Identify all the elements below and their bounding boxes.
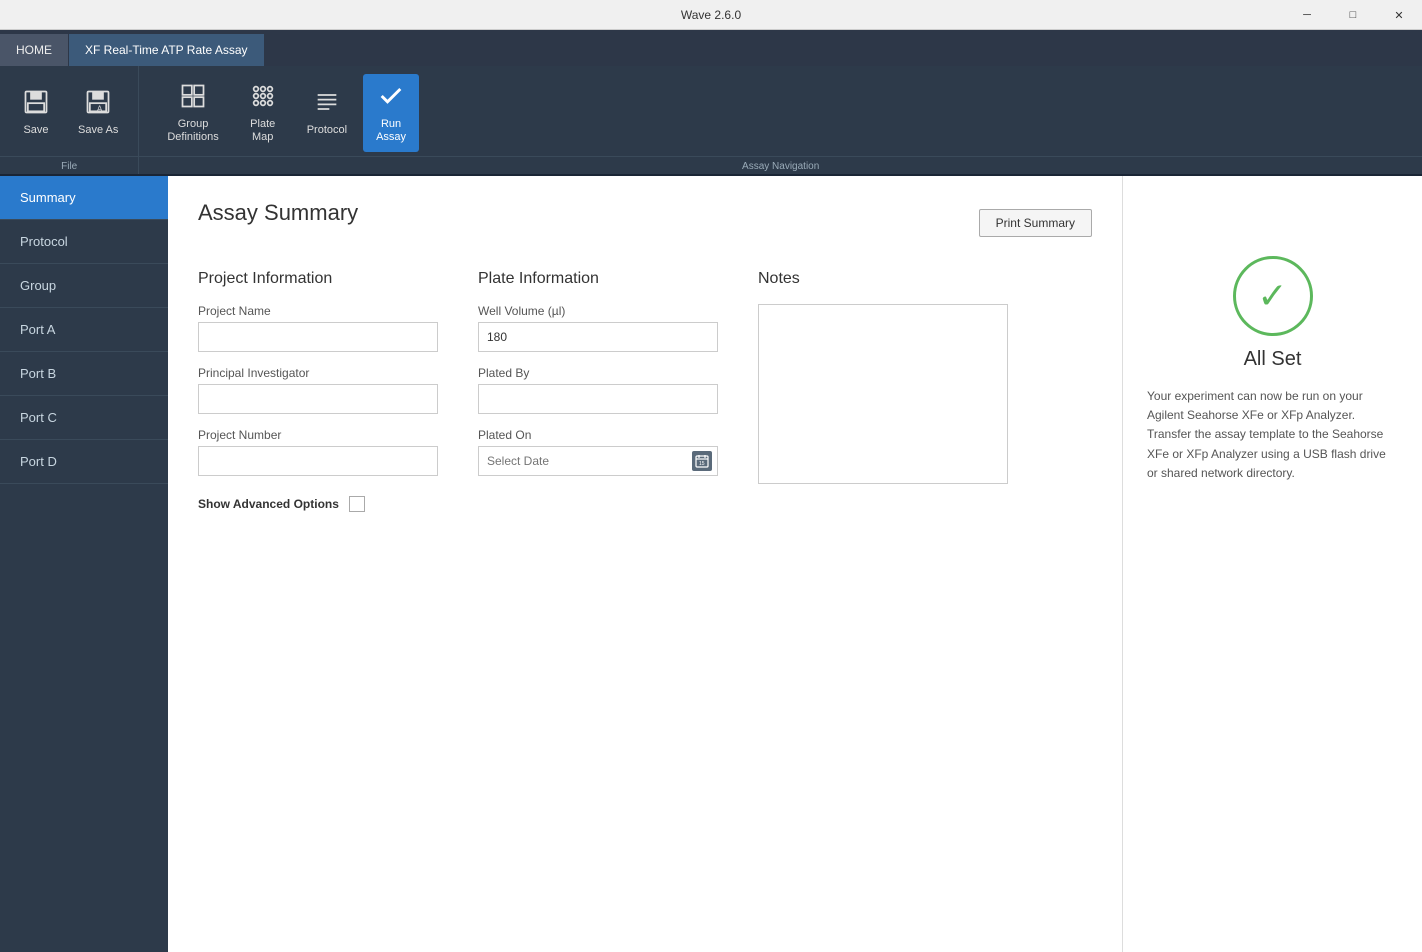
save-icon: [22, 88, 50, 120]
notes-textarea[interactable]: [758, 304, 1008, 484]
svg-text:A: A: [97, 105, 103, 114]
all-set-title: All Set: [1244, 348, 1302, 371]
well-volume-input[interactable]: [478, 322, 718, 352]
svg-text:15: 15: [699, 461, 705, 467]
plated-on-input[interactable]: [478, 446, 718, 476]
title-bar: Wave 2.6.0 ─ □ ✕: [0, 0, 1422, 30]
principal-investigator-group: Principal Investigator: [198, 366, 438, 414]
content-area: Assay Summary Print Summary Project Info…: [168, 176, 1122, 952]
sidebar-item-group[interactable]: Group: [0, 264, 168, 308]
app-title: Wave 2.6.0: [681, 8, 741, 22]
calendar-icon[interactable]: 15: [692, 451, 712, 471]
principal-investigator-input[interactable]: [198, 384, 438, 414]
minimize-button[interactable]: ─: [1284, 0, 1330, 30]
project-info-column: Project Information Project Name Princip…: [198, 270, 438, 512]
plated-on-group: Plated On 15: [478, 428, 718, 476]
project-info-title: Project Information: [198, 270, 438, 288]
checkmark-icon: ✓: [1257, 278, 1287, 314]
advanced-options-checkbox[interactable]: [349, 496, 365, 512]
sidebar: Summary Protocol Group Port A Port B Por…: [0, 176, 168, 952]
sidebar-item-protocol[interactable]: Protocol: [0, 220, 168, 264]
sidebar-item-port-c[interactable]: Port C: [0, 396, 168, 440]
all-set-circle: ✓: [1233, 256, 1313, 336]
run-assay-icon: [377, 82, 405, 114]
sidebar-item-port-d[interactable]: Port D: [0, 440, 168, 484]
plate-map-icon: [249, 82, 277, 114]
plate-info-column: Plate Information Well Volume (µl) Plate…: [478, 270, 718, 490]
plate-map-button[interactable]: Plate Map: [235, 74, 291, 152]
well-volume-group: Well Volume (µl): [478, 304, 718, 352]
group-definitions-icon: [179, 82, 207, 114]
project-number-input[interactable]: [198, 446, 438, 476]
assay-title: Assay Summary: [198, 200, 358, 226]
columns-row: Project Information Project Name Princip…: [198, 270, 1092, 512]
tab-bar: HOME XF Real-Time ATP Rate Assay: [0, 30, 1422, 66]
group-definitions-button[interactable]: Group Definitions: [155, 74, 230, 152]
plated-on-wrapper: 15: [478, 446, 718, 476]
run-assay-button[interactable]: Run Assay: [363, 74, 419, 152]
protocol-icon: [313, 88, 341, 120]
save-as-button[interactable]: A Save As: [66, 74, 130, 152]
sidebar-item-summary[interactable]: Summary: [0, 176, 168, 220]
advanced-options-row: Show Advanced Options: [198, 496, 438, 512]
plated-on-label: Plated On: [478, 428, 718, 442]
project-number-label: Project Number: [198, 428, 438, 442]
project-name-input[interactable]: [198, 322, 438, 352]
plate-info-title: Plate Information: [478, 270, 718, 288]
all-set-description: Your experiment can now be run on your A…: [1147, 387, 1398, 483]
window-controls: ─ □ ✕: [1284, 0, 1422, 30]
project-number-group: Project Number: [198, 428, 438, 476]
plated-by-group: Plated By: [478, 366, 718, 414]
sidebar-item-port-b[interactable]: Port B: [0, 352, 168, 396]
ribbon: Save A Save As File: [0, 66, 1422, 176]
right-panel: ✓ All Set Your experiment can now be run…: [1122, 176, 1422, 952]
plated-by-label: Plated By: [478, 366, 718, 380]
notes-column: Notes: [758, 270, 1008, 484]
maximize-button[interactable]: □: [1330, 0, 1376, 30]
close-button[interactable]: ✕: [1376, 0, 1422, 30]
project-name-label: Project Name: [198, 304, 438, 318]
principal-investigator-label: Principal Investigator: [198, 366, 438, 380]
tab-home[interactable]: HOME: [0, 34, 69, 66]
assay-header: Assay Summary Print Summary: [198, 200, 1092, 246]
assay-nav-section-label: Assay Navigation: [139, 156, 1422, 176]
well-volume-label: Well Volume (µl): [478, 304, 718, 318]
plated-by-input[interactable]: [478, 384, 718, 414]
save-as-icon: A: [84, 88, 112, 120]
notes-title: Notes: [758, 270, 1008, 288]
tab-assay[interactable]: XF Real-Time ATP Rate Assay: [69, 34, 265, 66]
advanced-options-label: Show Advanced Options: [198, 497, 339, 511]
file-section-label: File: [0, 156, 138, 176]
save-button[interactable]: Save: [8, 74, 64, 152]
project-name-group: Project Name: [198, 304, 438, 352]
protocol-button[interactable]: Protocol: [295, 74, 359, 152]
print-summary-button[interactable]: Print Summary: [979, 209, 1092, 237]
sidebar-item-port-a[interactable]: Port A: [0, 308, 168, 352]
